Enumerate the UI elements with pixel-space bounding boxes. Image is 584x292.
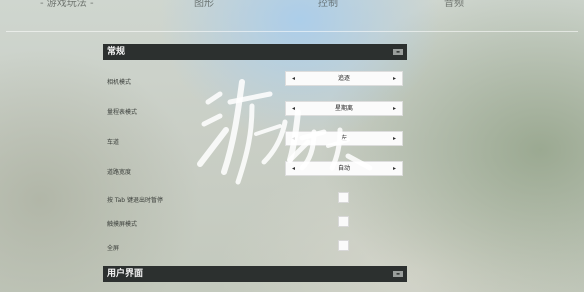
arrow-right-icon[interactable]: ▸	[393, 72, 396, 85]
camera-mode-label: 相机模式	[107, 79, 132, 86]
settings-tab-bar: - 游戏玩法 - 图形 控制 音频	[0, 0, 584, 14]
tab-pause-checkbox[interactable]	[338, 192, 349, 203]
tab-divider	[6, 31, 578, 32]
collapse-icon[interactable]: ▬	[393, 271, 403, 277]
dashboard-mode-select[interactable]: ◂ 星期离 ▸	[285, 101, 403, 116]
fullscreen-label: 全屏	[107, 245, 120, 252]
dashboard-mode-value: 星期离	[334, 105, 353, 112]
section-header-general[interactable]: 常规 ▬	[103, 44, 407, 60]
fullscreen-checkbox[interactable]	[338, 240, 349, 251]
arrow-right-icon[interactable]: ▸	[393, 162, 396, 175]
section-header-ui[interactable]: 用户界面 ▬	[103, 266, 407, 282]
lane-select[interactable]: ◂ 左 ▸	[285, 131, 403, 146]
tab-graphics[interactable]: 图形	[194, 0, 214, 9]
camera-mode-select[interactable]: ◂ 追逐 ▸	[285, 71, 403, 86]
lane-value: 左	[340, 135, 347, 142]
tab-audio[interactable]: 音频	[444, 0, 464, 9]
lane-label: 车道	[107, 139, 120, 146]
section-title: 常规	[107, 47, 126, 57]
collapse-icon[interactable]: ▬	[393, 49, 403, 55]
tab-gameplay[interactable]: - 游戏玩法 -	[40, 0, 94, 9]
section-title: 用户界面	[107, 269, 144, 279]
touch-mode-checkbox[interactable]	[338, 216, 349, 227]
arrow-right-icon[interactable]: ▸	[393, 102, 396, 115]
tab-controls[interactable]: 控制	[318, 0, 338, 9]
camera-mode-value: 追逐	[337, 75, 350, 82]
road-width-value: 自动	[337, 165, 350, 172]
road-width-select[interactable]: ◂ 自动 ▸	[285, 161, 403, 176]
arrow-right-icon[interactable]: ▸	[393, 132, 396, 145]
tab-pause-label: 按 Tab 键退出时暂停	[107, 197, 163, 204]
road-width-label: 道路宽度	[107, 169, 132, 176]
dashboard-mode-label: 量程表模式	[107, 109, 138, 116]
touch-mode-label: 触摸屏模式	[107, 221, 138, 228]
